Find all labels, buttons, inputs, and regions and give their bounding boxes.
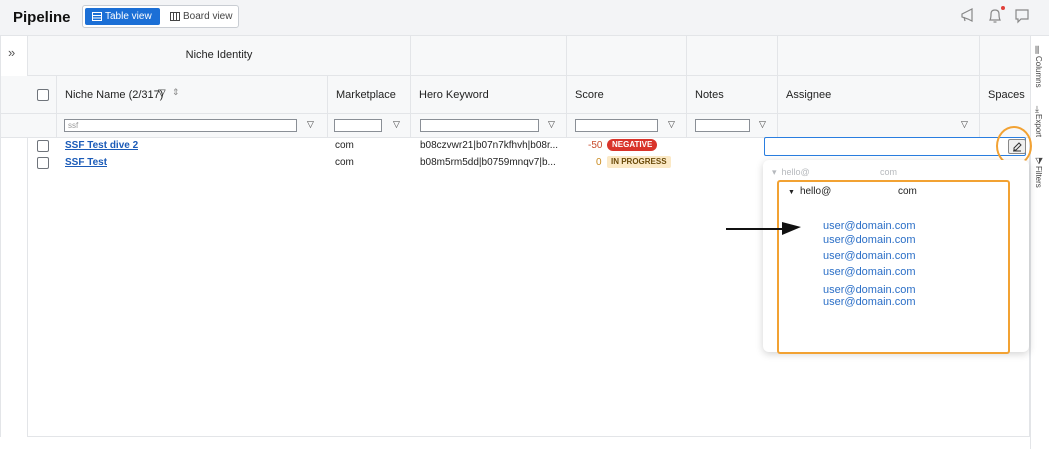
table-icon	[92, 12, 102, 21]
hero-keyword-cell: b08czvwr21|b07n7kfhvh|b08r...	[420, 140, 559, 151]
board-icon	[170, 12, 180, 21]
score-header: Score	[575, 89, 604, 101]
group-header-label: Niche Identity	[185, 49, 253, 61]
filter-icon[interactable]: ▽	[759, 119, 766, 130]
header-hero-keyword[interactable]: Hero Keyword	[411, 76, 567, 114]
page-title: Pipeline	[13, 9, 71, 26]
filter-cell-niche-name: ssf ▽	[57, 114, 328, 138]
assignee-option[interactable]: user@domain.com	[823, 284, 915, 296]
assignee-editor-input[interactable]	[764, 137, 1026, 156]
assignee-group-item[interactable]: ▼ hello@ com	[788, 186, 917, 197]
niche-name-header: Niche Name (2/317)	[65, 89, 164, 101]
group-niche-identity: Niche Identity	[28, 36, 411, 76]
hero-keyword-cell: b08m5rm5dd|b0759mnqv7|b...	[420, 157, 556, 168]
filters-tab[interactable]: Filters	[1034, 166, 1043, 188]
marketplace-cell: com	[335, 157, 354, 168]
assignee-header: Assignee	[786, 89, 832, 101]
column-group-row: Niche Identity	[28, 36, 1031, 76]
spaces-header: Spaces	[988, 89, 1025, 101]
filter-cell-assignee: ▽	[778, 114, 980, 138]
filter-row: ssf ▽ ▽ ▽ ▽ ▽ ▽	[1, 114, 1031, 138]
columns-tab[interactable]: Columns	[1034, 56, 1043, 88]
chat-icon[interactable]	[1013, 7, 1031, 25]
table-view-label: Table view	[105, 11, 152, 22]
niche-name-link[interactable]: SSF Test dive 2	[65, 140, 138, 151]
notes-filter-input[interactable]	[695, 119, 750, 132]
filter-icon[interactable]: ▽	[307, 119, 314, 130]
assignee-option[interactable]: user@domain.com	[823, 220, 915, 232]
expand-sidebar-icon[interactable]: »	[8, 45, 15, 60]
assignee-option[interactable]: user@domain.com	[823, 296, 915, 308]
header-niche-name[interactable]: Niche Name (2/317) ▽ ⇕	[57, 76, 328, 114]
group-spacer	[411, 36, 567, 76]
notification-dot	[1001, 6, 1005, 10]
group-spacer	[567, 36, 687, 76]
view-toggle: Table view Board view	[82, 5, 239, 28]
columns-icon[interactable]: ⫼	[1035, 45, 1039, 56]
niche-name-link[interactable]: SSF Test	[65, 157, 107, 168]
status-badge: NEGATIVE	[607, 139, 658, 151]
header-notes[interactable]: Notes	[687, 76, 778, 114]
status-badge: IN PROGRESS	[607, 156, 671, 168]
select-all-checkbox[interactable]	[37, 89, 49, 101]
row-checkbox[interactable]	[37, 140, 49, 152]
marketplace-header: Marketplace	[336, 89, 396, 101]
filter-icon[interactable]: ▽	[961, 119, 968, 130]
niche-name-filter-input[interactable]: ssf	[64, 119, 297, 132]
arrow-icon	[726, 222, 801, 235]
export-tab[interactable]: Export	[1034, 114, 1043, 140]
group-prefix: hello@	[799, 186, 832, 197]
group-spacer	[687, 36, 778, 76]
caret-down-icon: ▼	[788, 189, 795, 196]
header-score[interactable]: Score	[567, 76, 687, 114]
faded-group-item: ▾ hello@ com	[772, 167, 897, 178]
filter-cell-marketplace: ▽	[328, 114, 411, 138]
header-select-cell	[28, 76, 57, 114]
group-suffix: com	[898, 186, 917, 197]
marketplace-filter-input[interactable]	[334, 119, 382, 132]
table-view-button[interactable]: Table view	[85, 8, 160, 25]
board-view-button[interactable]: Board view	[163, 8, 237, 25]
header-spaces[interactable]: Spaces	[980, 76, 1031, 114]
score-value: -50	[588, 140, 603, 151]
assignee-option[interactable]: user@domain.com	[823, 234, 915, 246]
caret-down-icon: ▾	[772, 167, 777, 177]
score-value: 0	[596, 157, 602, 168]
filter-icon[interactable]: ▽	[668, 119, 675, 130]
notes-header: Notes	[695, 89, 724, 101]
group-spacer	[778, 36, 980, 76]
filter-cell-hero-keyword: ▽	[411, 114, 567, 138]
assignee-option[interactable]: user@domain.com	[823, 266, 915, 278]
row-checkbox[interactable]	[37, 157, 49, 169]
filter-spacer	[28, 114, 57, 138]
filter-active-icon[interactable]: ▽	[158, 88, 166, 99]
side-tool-panel: ⫼ Columns ⤓ Export ⧩ Filters	[1030, 36, 1049, 449]
header-marketplace[interactable]: Marketplace	[328, 76, 411, 114]
assignee-option[interactable]: user@domain.com	[823, 250, 915, 262]
filter-cell-score: ▽	[567, 114, 687, 138]
header-assignee[interactable]: Assignee	[778, 76, 980, 114]
filter-cell-notes: ▽	[687, 114, 778, 138]
marketplace-cell: com	[335, 140, 354, 151]
score-filter-input[interactable]	[575, 119, 658, 132]
filter-icon[interactable]: ▽	[548, 119, 555, 130]
hero-keyword-filter-input[interactable]	[420, 119, 539, 132]
faded-group-prefix: hello@	[781, 167, 810, 177]
announcement-icon[interactable]	[959, 7, 977, 25]
column-header-row: Niche Name (2/317) ▽ ⇕ Marketplace Hero …	[1, 76, 1031, 114]
top-bar: Pipeline Table view Board view	[0, 0, 1049, 36]
hero-keyword-header: Hero Keyword	[419, 89, 489, 101]
faded-group-suffix: com	[880, 167, 898, 177]
board-view-label: Board view	[183, 11, 233, 22]
filter-icon[interactable]: ▽	[393, 119, 400, 130]
sort-icon[interactable]: ⇕	[172, 87, 180, 98]
